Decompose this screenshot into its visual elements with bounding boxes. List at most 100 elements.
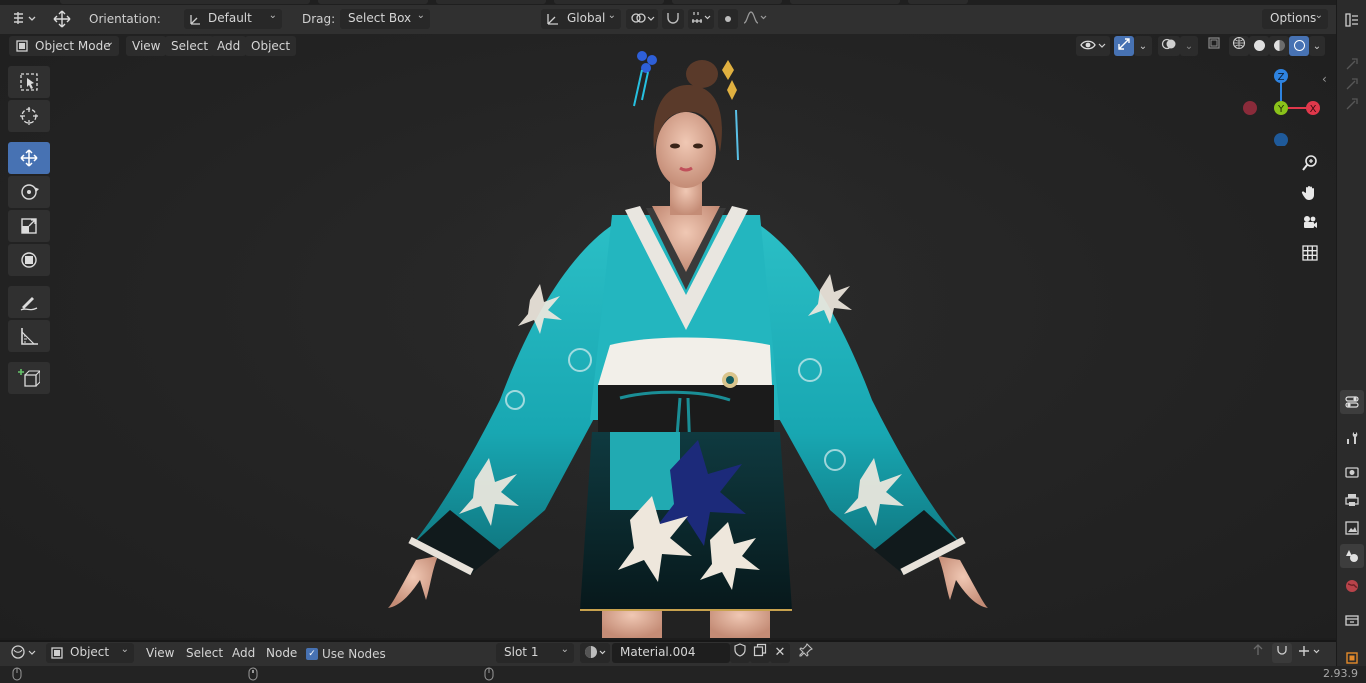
shading-wireframe-button[interactable] [1229,36,1249,56]
wireframe-sphere-icon [1232,36,1246,50]
shader-editor-header: Object ⌄ View Select Add Node ✓ Use Node… [0,640,1336,666]
tab-collection[interactable] [1340,608,1364,632]
node-menu-select[interactable]: Select [180,643,229,663]
node-snap-target-button[interactable] [1294,643,1326,663]
tab-world[interactable] [1340,574,1364,598]
camera-view-button[interactable] [1297,210,1323,236]
sidebar-toggle[interactable]: ‹ [1322,72,1327,86]
shading-solid-button[interactable] [1249,36,1269,56]
neg-z-axis-handle[interactable] [1274,133,1288,146]
tab-view-layer[interactable] [1340,516,1364,540]
editor-type-button[interactable] [8,9,40,29]
pin-button[interactable] [796,643,816,663]
mode-dropdown[interactable]: Object Mode ⌄ [9,36,119,56]
shading-dropdown-button[interactable]: ⌄ [1309,36,1325,56]
tab-tool[interactable] [1340,426,1364,450]
tab-render[interactable] [1340,460,1364,484]
zoom-button[interactable] [1297,150,1323,176]
material-name-value: Material.004 [620,645,696,659]
tool-move[interactable] [8,142,50,174]
snap-target-button[interactable] [688,9,714,29]
properties-editor-type-button[interactable] [1340,8,1364,32]
editor-type-button-bottom[interactable] [8,643,40,663]
tab-scene[interactable] [1340,544,1364,568]
menu-select[interactable]: Select [165,36,215,56]
slot-dropdown[interactable]: Slot 1 ⌄ [496,643,574,663]
collection-box-icon [1345,615,1359,626]
node-menu-node[interactable]: Node [260,643,303,663]
pan-button[interactable] [1297,180,1323,206]
tool-annotate[interactable] [8,286,50,318]
duplicate-material-button[interactable] [750,643,770,663]
tab-output[interactable] [1340,488,1364,512]
tool-add-cube[interactable] [8,362,50,394]
tool-cursor[interactable] [8,100,50,132]
options-label: Options [1270,11,1317,25]
tool-settings-header: Orientation: Default ⌄ Drag: Select Box … [0,0,1366,34]
proportional-edit-button[interactable] [718,9,738,29]
shading-rendered-button[interactable] [1289,36,1309,56]
camera-icon [1304,216,1317,228]
ortho-toggle-button[interactable] [1297,240,1323,266]
properties-editor-icon [1345,13,1358,27]
menu-object[interactable]: Object [245,36,297,56]
tool-measure[interactable] [8,320,50,352]
kimono-character-model [388,50,990,638]
material-name-field[interactable]: Material.004 [612,643,730,663]
select-box-icon [20,73,38,91]
shader-type-dropdown[interactable]: Object ⌄ [46,643,134,663]
fake-user-button[interactable] [730,643,750,663]
scene-shapes-icon [1346,550,1358,562]
version-label: 2.93.9 [1323,667,1358,680]
snap-grid-icon [1299,646,1320,656]
tab-properties-nav[interactable] [1340,390,1364,414]
mouse-middle-icon [248,667,258,681]
menu-add[interactable]: Add [211,36,247,56]
use-nodes-checkbox[interactable]: ✓ [306,648,318,660]
options-dropdown[interactable]: Options ⌄ [1262,9,1328,29]
node-snap-button[interactable] [1272,643,1292,663]
snap-toggle-button[interactable] [662,9,684,29]
falloff-button[interactable] [740,9,770,29]
node-menu-view[interactable]: View [140,643,180,663]
menu-view[interactable]: View [126,36,167,56]
tool-transform[interactable] [8,244,50,276]
orientation-label: Orientation: [89,12,161,26]
drag-dropdown[interactable]: Select Box ⌄ [340,9,430,29]
chevron-down-icon: ⌄ [1312,41,1322,52]
tool-scale[interactable] [8,210,50,242]
xray-toggle-button[interactable] [1204,36,1224,56]
shading-material-button[interactable] [1269,36,1289,56]
cursor-icon [20,107,38,125]
browse-material-button[interactable] [580,643,610,663]
overlays-dropdown-button[interactable]: ⌄ [1180,36,1198,56]
pivot-point-button[interactable] [626,9,658,29]
neg-x-axis-handle[interactable] [1243,101,1257,115]
workspace-tab-strip [0,0,1366,5]
gizmo-toggle-button[interactable] [1114,36,1134,56]
parent-node-tree-button[interactable] [1248,643,1268,663]
gizmo-dropdown-button[interactable]: ⌄ [1134,36,1152,56]
status-bar: 2.93.9 [0,666,1366,683]
pin-arrow-icon [1346,98,1358,110]
pivot-link-icon [631,13,655,23]
overlays-button[interactable] [1158,36,1180,56]
chevron-down-icon: ⌄ [1138,41,1148,52]
move-tool-header-button[interactable] [48,9,76,29]
unlink-material-button[interactable]: ✕ [770,643,790,663]
object-mode-icon [16,40,28,52]
3d-viewport[interactable]: Object Mode ⌄ View Select Add Object ⌄ ⌄ [0,34,1336,638]
rendered-sphere-icon [1293,40,1305,51]
y-axis-label: Y [1277,104,1285,115]
transform-orientation-dropdown[interactable]: Global ⌄ [541,9,621,29]
editor-type-icon [14,12,36,24]
visibility-button[interactable] [1076,36,1110,56]
shield-icon [734,643,746,657]
navigation-gizmo[interactable]: Z X Y [1236,66,1326,146]
tool-select-box[interactable] [8,66,50,98]
object-orange-icon [1346,652,1358,664]
node-menu-add[interactable]: Add [226,643,261,663]
tool-rotate[interactable] [8,176,50,208]
orientation-dropdown[interactable]: Default ⌄ [184,9,282,29]
mouse-left-icon [12,667,22,681]
